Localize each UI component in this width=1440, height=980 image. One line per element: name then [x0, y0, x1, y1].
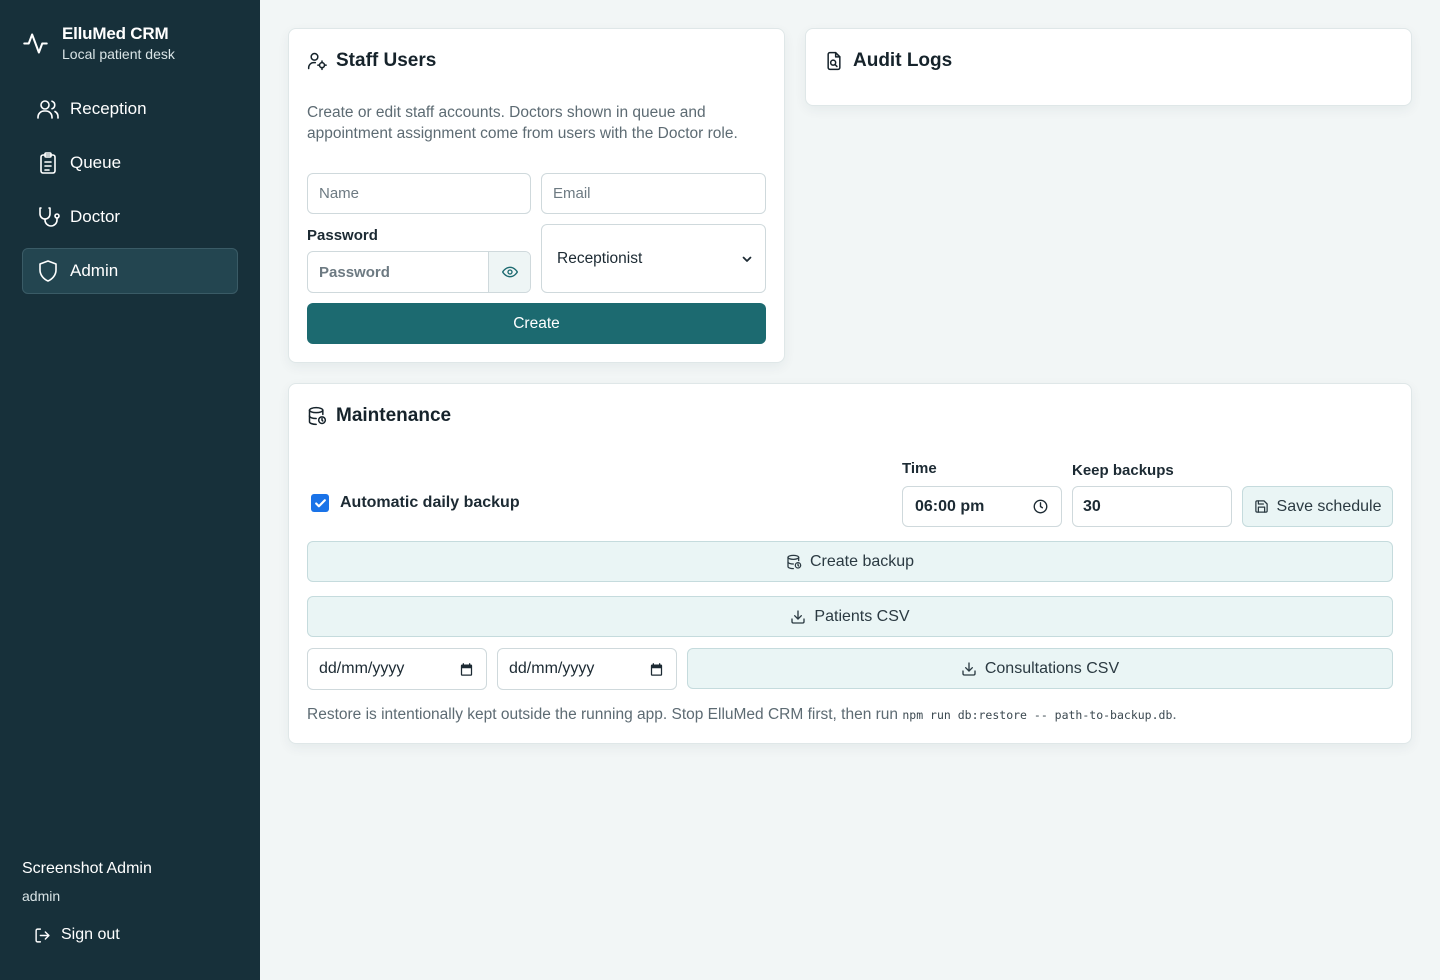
- database-backup-icon: [307, 406, 327, 426]
- user-name: Screenshot Admin: [22, 860, 152, 877]
- patients-csv-button[interactable]: Patients CSV: [307, 596, 1393, 637]
- date-to-input[interactable]: dd/mm/yyyy: [497, 648, 677, 690]
- sidebar-nav: Reception Queue Doctor Admin: [22, 86, 238, 302]
- auto-backup-checkbox[interactable]: [311, 494, 329, 512]
- staff-description: Create or edit staff accounts. Doctors s…: [307, 104, 738, 142]
- activity-icon: [22, 30, 49, 57]
- staff-users-title: Staff Users: [307, 50, 436, 72]
- maintenance-title: Maintenance: [307, 405, 451, 427]
- stethoscope-icon: [36, 205, 60, 229]
- sidebar-item-label: Doctor: [70, 207, 121, 226]
- toggle-password-visibility-button[interactable]: [488, 252, 530, 292]
- sidebar: ElluMed CRM Local patient desk Reception…: [0, 0, 260, 980]
- download-icon: [790, 609, 806, 625]
- brand: ElluMed CRM Local patient desk: [22, 24, 175, 64]
- database-backup-icon: [786, 554, 802, 570]
- calendar-icon: [459, 662, 474, 677]
- name-input[interactable]: Name: [307, 173, 531, 214]
- keep-backups-label: Keep backups: [1072, 462, 1174, 479]
- create-backup-button[interactable]: Create backup: [307, 541, 1393, 582]
- sidebar-item-queue[interactable]: Queue: [22, 140, 238, 186]
- sidebar-item-label: Admin: [70, 261, 119, 280]
- download-icon: [961, 661, 977, 677]
- current-user: Screenshot Admin admin: [22, 860, 152, 904]
- shield-icon: [36, 259, 60, 283]
- restore-note: Restore is intentionally kept outside th…: [307, 706, 1177, 723]
- staff-users-card: Staff Users Create or edit staff account…: [288, 28, 785, 363]
- sidebar-item-label: Queue: [70, 153, 122, 172]
- audit-logs-title: Audit Logs: [824, 50, 952, 72]
- sidebar-item-admin[interactable]: Admin: [22, 248, 238, 294]
- sidebar-item-label: Reception: [70, 99, 147, 118]
- app-name: ElluMed CRM: [62, 24, 169, 43]
- user-cog-icon: [307, 51, 327, 71]
- user-role: admin: [22, 888, 61, 904]
- clipboard-icon: [36, 151, 60, 175]
- eye-icon: [501, 264, 518, 280]
- file-search-icon: [824, 51, 844, 71]
- email-input[interactable]: Email: [541, 173, 766, 214]
- chevron-down-icon: [741, 253, 753, 265]
- role-select[interactable]: Receptionist: [541, 224, 766, 293]
- keep-backups-value: 30: [1083, 497, 1101, 515]
- role-selected-value: Receptionist: [557, 249, 643, 267]
- auto-backup-row: Automatic daily backup: [311, 494, 520, 512]
- date-from-input[interactable]: dd/mm/yyyy: [307, 648, 487, 690]
- check-icon: [314, 497, 327, 510]
- password-input[interactable]: Password: [308, 252, 488, 292]
- password-field: Password: [307, 251, 531, 293]
- backup-time-value: 06:00 pm: [915, 497, 985, 515]
- save-schedule-button[interactable]: Save schedule: [1242, 486, 1393, 527]
- sign-out-label: Sign out: [61, 926, 120, 943]
- sidebar-item-reception[interactable]: Reception: [22, 86, 238, 132]
- time-label: Time: [902, 460, 937, 477]
- keep-backups-input[interactable]: 30: [1072, 486, 1232, 527]
- calendar-icon: [649, 662, 664, 677]
- restore-command: npm run db:restore -- path-to-backup.db: [902, 708, 1173, 722]
- create-user-button[interactable]: Create: [307, 303, 766, 344]
- log-out-icon: [34, 927, 51, 944]
- save-icon: [1254, 499, 1269, 514]
- backup-time-input[interactable]: 06:00 pm: [902, 486, 1062, 527]
- sign-out-button[interactable]: Sign out: [34, 926, 120, 944]
- consultations-csv-button[interactable]: Consultations CSV: [687, 648, 1393, 689]
- sidebar-item-doctor[interactable]: Doctor: [22, 194, 238, 240]
- password-label: Password: [307, 227, 378, 244]
- maintenance-card: Maintenance Automatic daily backup Time …: [288, 383, 1412, 744]
- users-icon: [36, 97, 60, 121]
- clock-icon: [1033, 499, 1048, 514]
- audit-logs-card: Audit Logs: [805, 28, 1412, 106]
- auto-backup-label: Automatic daily backup: [340, 494, 520, 511]
- app-subtitle: Local patient desk: [62, 46, 175, 62]
